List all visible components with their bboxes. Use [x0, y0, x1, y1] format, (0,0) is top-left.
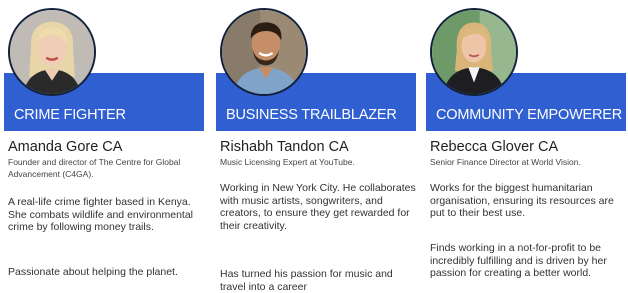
bio-paragraph: Works for the biggest humanitarian organ…	[430, 182, 614, 219]
man-smiling-portrait-icon	[222, 10, 306, 94]
bio-paragraph: A real-life crime fighter based in Kenya…	[8, 196, 194, 233]
banner-title: BUSINESS TRAILBLAZER	[226, 107, 397, 123]
bio-paragraph: Working in New York City. He collaborate…	[220, 182, 416, 232]
woman-office-portrait-icon	[432, 10, 516, 94]
profile-card-rishabh-tandon: BUSINESS TRAILBLAZER Rishabh Tandon CA M…	[216, 0, 416, 293]
portrait-avatar	[220, 8, 308, 96]
banner-title: COMMUNITY EMPOWERER	[436, 107, 623, 123]
portrait-avatar	[8, 8, 96, 96]
profile-card-amanda-gore: CRIME FIGHTER Amanda Gore CA Founder and…	[4, 0, 204, 293]
person-role: Senior Finance Director at World Vision.	[430, 157, 581, 167]
passion-paragraph: Finds working in a not-for-profit to be …	[430, 242, 607, 279]
passion-paragraph: Passionate about helping the planet.	[8, 266, 178, 278]
woman-blonde-portrait-icon	[10, 10, 94, 94]
person-name: Rebecca Glover CA	[430, 139, 559, 155]
person-role: Music Licensing Expert at YouTube.	[220, 157, 355, 167]
profile-card-rebecca-glover: COMMUNITY EMPOWERER Rebecca Glover CA Se…	[426, 0, 626, 293]
portrait-avatar	[430, 8, 518, 96]
banner-title: CRIME FIGHTER	[14, 107, 126, 123]
person-name: Amanda Gore CA	[8, 139, 123, 155]
person-role: Founder and director of The Centre for G…	[8, 157, 181, 179]
passion-paragraph: Has turned his passion for music and tra…	[220, 268, 393, 293]
person-name: Rishabh Tandon CA	[220, 139, 349, 155]
